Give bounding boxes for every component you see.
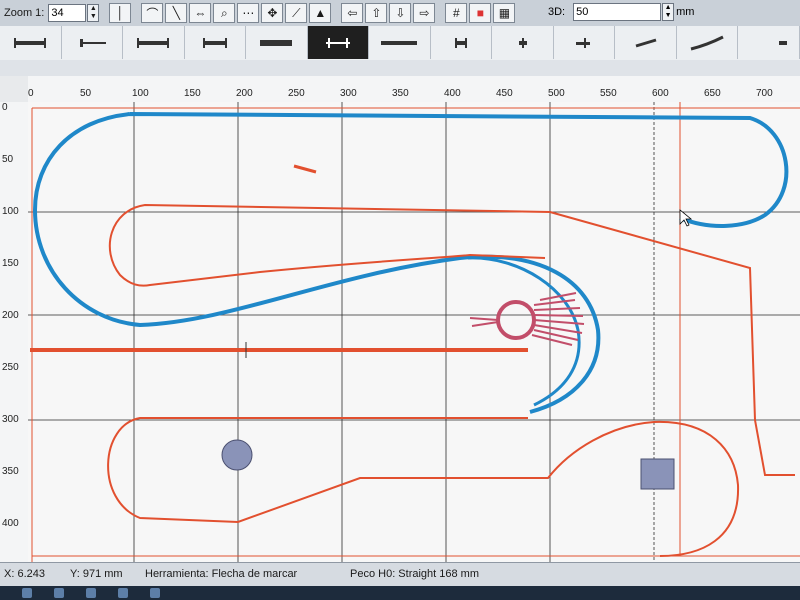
grid-lines [28,102,800,562]
ruler-x-tick: 150 [184,88,201,99]
flex-icon[interactable] [677,26,739,59]
ruler-x-tick: 50 [80,88,92,99]
ruler-x-tick: 650 [704,88,721,99]
straight-icon[interactable] [0,26,62,59]
ruler-x-tick: 550 [600,88,617,99]
track-tool-icon[interactable]: │ [109,3,132,23]
inner-blue-track[interactable] [467,256,581,407]
next-icon[interactable]: ⇨ [413,3,436,23]
status-tool: Herramienta: Flecha de marcar [145,568,298,580]
crossing-icon[interactable] [307,26,370,59]
upper-red-loop[interactable] [108,203,795,476]
zoom-spinner[interactable]: ▲ ▼ [87,4,100,22]
ruler-x-tick: 100 [132,88,149,99]
buffer-icon[interactable] [62,26,124,59]
ruler-y-tick: 200 [2,310,19,321]
turntable[interactable] [469,292,585,346]
ruler-y-tick: 350 [2,466,19,477]
spacer [0,60,800,76]
zoom-icon[interactable]: ⌕ [213,3,236,23]
ruler-x-tick: 500 [548,88,565,99]
down-icon[interactable]: ⇩ [389,3,412,23]
status-x: X: 6.243 [4,568,45,580]
more-icon[interactable] [738,26,800,59]
ruler-x-tick: 300 [340,88,357,99]
ruler-x-tick: 450 [496,88,513,99]
zoom-label: Zoom 1: [4,7,45,19]
ruler-y-tick: 150 [2,258,19,269]
height-label: 3D: [548,6,566,18]
uncoupler-icon[interactable] [246,26,308,59]
task-view-icon[interactable] [86,588,96,598]
up-icon[interactable]: ⇧ [365,3,388,23]
board-edges [31,102,800,562]
track-library-bar [0,26,800,61]
layout-drawing[interactable] [28,102,800,562]
grid-icon[interactable]: # [445,3,468,23]
left-turnout-icon[interactable] [554,26,616,59]
long-icon[interactable] [369,26,431,59]
ruler-y-tick: 300 [2,414,19,425]
height-unit: mm [676,6,695,18]
short-icon[interactable] [185,26,247,59]
color-icon[interactable]: ■ [469,3,492,23]
flip-icon[interactable]: ⇔ [189,3,212,23]
round-object[interactable] [221,439,253,471]
terrain-icon[interactable]: ▲ [309,3,332,23]
select-icon[interactable]: ✥ [261,3,284,23]
ruler-x-tick: 0 [28,88,34,99]
status-bar: X: 6.243 Y: 971 mm Herramienta: Flecha d… [0,562,800,587]
outer-blue-loop[interactable] [32,112,789,414]
horizontal-ruler[interactable]: 0 50 100 150 200 250 300 350 400 450 500 550 600 650 7… [28,76,800,103]
ruler-y-tick: 400 [2,518,19,529]
small-track-piece[interactable] [293,164,317,174]
right-turnout-icon[interactable] [615,26,677,59]
browser-icon[interactable] [150,588,160,598]
ruler-y-tick: 250 [2,362,19,373]
status-y: Y: 971 mm [70,568,123,580]
os-taskbar [0,586,800,600]
small-icon[interactable] [431,26,493,59]
prev-icon[interactable]: ⇦ [341,3,364,23]
height-input[interactable] [573,3,662,21]
line-tool-icon[interactable]: ╲ [165,3,188,23]
ruler-x-tick: 700 [756,88,773,99]
ruler-x-tick: 600 [652,88,669,99]
curve-tool-icon[interactable]: ⌒ [141,3,164,23]
zoom-input[interactable] [48,4,87,22]
move-icon[interactable]: ⋯ [237,3,260,23]
ruler-x-tick: 400 [444,88,461,99]
ruler-corner [0,76,28,102]
search-icon[interactable] [54,588,64,598]
ruler-y-tick: 100 [2,206,19,217]
start-icon[interactable] [22,588,32,598]
ruler-x-tick: 350 [392,88,409,99]
ruler-x-tick: 200 [236,88,253,99]
measure-icon[interactable]: ⟋ [285,3,308,23]
end-icon[interactable] [492,26,554,59]
ruler-y-tick: 50 [2,154,14,165]
height-spinner[interactable]: ▲ ▼ [662,3,675,21]
height-control: 3D: ▲▼ mm [548,3,694,21]
ruler-x-tick: 250 [288,88,305,99]
long-straight-icon[interactable] [123,26,185,59]
layout-canvas[interactable] [28,102,800,562]
folder-icon[interactable] [118,588,128,598]
layer-icon[interactable]: ▦ [493,3,516,23]
square-object[interactable] [640,458,675,490]
vertical-ruler[interactable]: 0 50 100 150 200 250 300 350 400 [0,102,29,562]
ruler-y-tick: 0 [2,102,8,113]
status-piece: Peco H0: Straight 168 mm [350,568,480,580]
